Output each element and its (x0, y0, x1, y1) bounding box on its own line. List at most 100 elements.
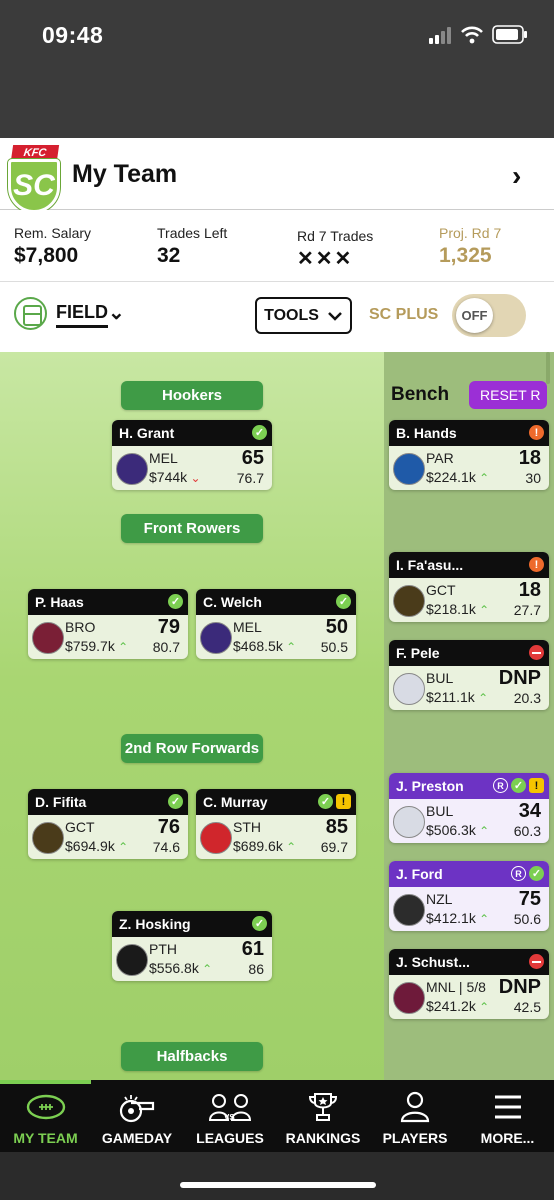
status-badges: ✓ (168, 794, 183, 809)
player-card[interactable]: P. Haas ✓ BRO $759.7k ⌃ 79 80.7 (28, 589, 188, 659)
player-average: 60.3 (513, 823, 541, 839)
tab-leagues[interactable]: VS LEAGUES (183, 1080, 277, 1152)
reset-button[interactable]: RESET R (469, 381, 547, 409)
player-average: 50.6 (513, 911, 541, 927)
check-icon: ✓ (252, 425, 267, 440)
position-label-front-rowers: Front Rowers (121, 514, 263, 543)
reserve-icon: R (493, 778, 508, 793)
player-card-header: P. Haas ✓ (28, 589, 188, 615)
status-badges: ! (529, 557, 544, 572)
player-card[interactable]: F. Pele BUL $211.1k ⌃ DNP 20.3 (389, 640, 549, 710)
whistle-icon (117, 1090, 157, 1124)
player-card[interactable]: J. Ford R ✓ NZL $412.1k ⌃ 75 50.6 (389, 861, 549, 931)
scrollbar[interactable] (546, 352, 550, 384)
price-value: $412.1k (426, 910, 476, 926)
status-badges: ✓ (168, 594, 183, 609)
status-badges: ✓ (252, 425, 267, 440)
position-label-halfbacks: Halfbacks (121, 1042, 263, 1071)
signal-icon (429, 27, 451, 44)
trend-down-icon: ⌄ (187, 471, 201, 485)
tab-gameday[interactable]: GAMEDAY (91, 1080, 183, 1152)
status-badges: ✓ (252, 916, 267, 931)
trend-up-icon: ⌃ (474, 691, 489, 705)
sc-logo: KFC SC (8, 145, 62, 213)
player-score: 76 (157, 816, 180, 838)
field-view-icon[interactable] (14, 297, 47, 330)
player-card-header: D. Fifita ✓ (28, 789, 188, 815)
player-name: Z. Hosking (119, 916, 191, 932)
player-score: 65 (241, 447, 264, 469)
price-value: $506.3k (426, 822, 476, 838)
tab-label: LEAGUES (196, 1130, 264, 1146)
proj-value: 1,325 (439, 244, 492, 267)
trend-up-icon: ⌃ (475, 824, 490, 838)
player-card[interactable]: C. Murray ✓! STH $689.6k ⌃ 85 69.7 (196, 789, 356, 859)
tools-button[interactable]: TOOLS (255, 297, 352, 334)
player-card[interactable]: B. Hands! PAR $224.1k ⌃ 18 30 (389, 420, 549, 490)
player-card-header: J. Preston R ✓! (389, 773, 549, 799)
player-average: 86 (248, 961, 264, 977)
price-value: $689.6k (233, 838, 283, 854)
player-name: J. Schust... (396, 954, 470, 970)
team-logo-icon (32, 622, 64, 654)
player-card[interactable]: D. Fifita ✓ GCT $694.9k ⌃ 76 74.6 (28, 789, 188, 859)
status-bar: 09:48 (0, 0, 554, 68)
team-logo-icon (116, 944, 148, 976)
tab-my-team[interactable]: MY TEAM (0, 1080, 91, 1152)
tab-rankings[interactable]: RANKINGS (277, 1080, 369, 1152)
chevron-right-icon[interactable]: › (512, 160, 521, 192)
player-card[interactable]: J. Preston R ✓! BUL $506.3k ⌃ 34 60.3 (389, 773, 549, 843)
toggle-knob[interactable]: OFF (456, 298, 493, 333)
price-value: $211.1k (426, 689, 475, 705)
player-card-header: I. Fa'asu...! (389, 552, 549, 578)
player-price: $241.2k ⌃ (426, 998, 489, 1014)
player-score: DNP (498, 976, 541, 998)
team-logo-icon (32, 822, 64, 854)
price-value: $241.2k (426, 998, 476, 1014)
player-name: J. Preston (396, 778, 464, 794)
player-team: GCT (65, 819, 95, 835)
reserve-icon: R (511, 866, 526, 881)
bench-label: Bench (391, 384, 450, 405)
field-dropdown[interactable]: FIELD (56, 302, 108, 328)
player-name: I. Fa'asu... (396, 557, 464, 573)
trend-up-icon: ⌃ (475, 603, 490, 617)
player-name: J. Ford (396, 866, 443, 882)
tab-more[interactable]: MORE... (461, 1080, 554, 1152)
player-price: $694.9k ⌃ (65, 838, 128, 854)
player-card[interactable]: C. Welch ✓ MEL $468.5k ⌃ 50 50.5 (196, 589, 356, 659)
team-logo-icon (116, 453, 148, 485)
tab-players[interactable]: PLAYERS (369, 1080, 461, 1152)
player-name: C. Welch (203, 594, 262, 610)
player-price: $744k ⌄ (149, 469, 201, 485)
player-score: 85 (325, 816, 348, 838)
player-card[interactable]: H. Grant ✓ MEL $744k ⌄ 65 76.7 (112, 420, 272, 490)
chevron-down-icon[interactable]: ⌄ (108, 300, 125, 325)
check-icon: ✓ (168, 794, 183, 809)
status-badges: R ✓ (511, 866, 544, 881)
injury-icon: ! (529, 557, 544, 572)
player-card[interactable]: J. Schust... MNL | 5/8 $241.2k ⌃ DNP 42.5 (389, 949, 549, 1019)
player-team: MNL | 5/8 (426, 979, 486, 995)
player-price: $689.6k ⌃ (233, 838, 296, 854)
check-icon: ✓ (511, 778, 526, 793)
home-indicator[interactable] (180, 1182, 376, 1188)
player-price: $759.7k ⌃ (65, 638, 128, 654)
player-average: 42.5 (513, 999, 541, 1015)
salary-label: Rem. Salary (14, 225, 92, 241)
player-card[interactable]: I. Fa'asu...! GCT $218.1k ⌃ 18 27.7 (389, 552, 549, 622)
price-value: $759.7k (65, 638, 115, 654)
trend-up-icon: ⌃ (114, 840, 129, 854)
trend-up-icon: ⌃ (198, 962, 213, 976)
player-average: 27.7 (513, 602, 541, 618)
trend-up-icon: ⌃ (475, 1000, 490, 1014)
status-badges (529, 954, 544, 969)
trend-up-icon: ⌃ (282, 640, 297, 654)
player-score: 34 (518, 800, 541, 822)
player-card-header: J. Schust... (389, 949, 549, 975)
trophy-icon (307, 1090, 339, 1124)
player-score: 79 (157, 616, 180, 638)
position-label-hookers: Hookers (121, 381, 263, 410)
svg-text:VS: VS (224, 1113, 235, 1122)
player-card[interactable]: Z. Hosking ✓ PTH $556.8k ⌃ 61 86 (112, 911, 272, 981)
